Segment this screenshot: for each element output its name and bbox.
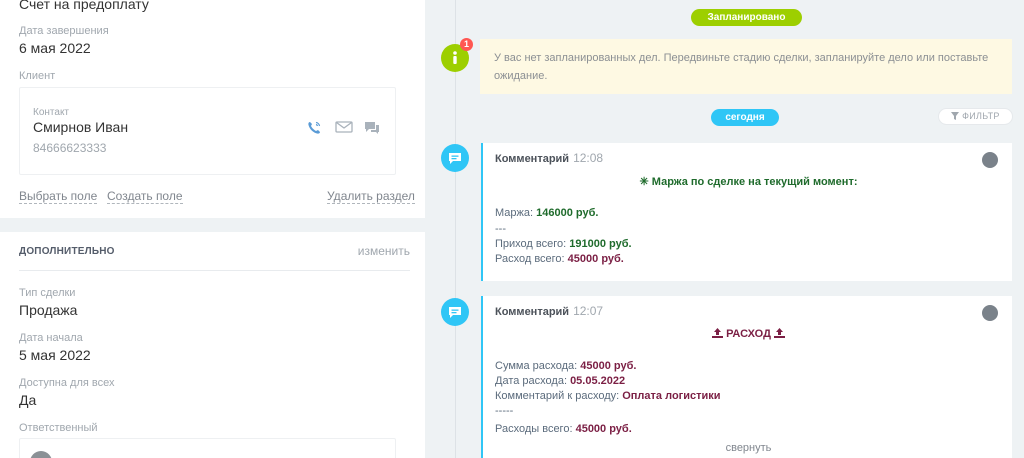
- start-date-label: Дата начала: [19, 332, 83, 344]
- additional-section-card: ДОПОЛНИТЕЛЬНО изменить Тип сделки Продаж…: [0, 232, 425, 458]
- filter-button[interactable]: ФИЛЬТР: [938, 108, 1013, 125]
- date-label: Дата расхода:: [495, 375, 567, 387]
- total-value: 45000 руб.: [575, 423, 632, 435]
- expense-heading: РАСХОД: [483, 328, 1014, 340]
- margin-value: 146000 руб.: [536, 207, 599, 219]
- comment-title: Комментарий: [495, 153, 570, 165]
- income-label: Приход всего:: [495, 238, 567, 250]
- comment-label: Комментарий к расходу:: [495, 390, 620, 402]
- separator: ---: [495, 223, 506, 235]
- comment-value: Оплата логистики: [622, 390, 721, 402]
- comment-title: Комментарий: [495, 306, 570, 318]
- select-field-link[interactable]: Выбрать поле: [19, 189, 98, 204]
- edit-section-link[interactable]: изменить: [358, 244, 410, 258]
- comment-card: Комментарий 12:08 ✳ Маржа по сделке на те…: [481, 143, 1012, 281]
- responsible-label: Ответственный: [19, 422, 98, 434]
- filter-icon: [951, 112, 960, 120]
- separator: -----: [495, 405, 514, 417]
- chat-icon[interactable]: [363, 120, 381, 141]
- upload-icon: [774, 328, 785, 338]
- contact-phone: 84666623333: [33, 141, 107, 155]
- expense-title: РАСХОД: [726, 328, 771, 340]
- expense-value: 45000 руб.: [567, 253, 624, 265]
- responsible-card[interactable]: [19, 438, 396, 458]
- email-icon[interactable]: [335, 120, 353, 139]
- margin-label: Маржа:: [495, 207, 534, 219]
- comment-card: Комментарий 12:07 РАСХОД Сумма расхода: 4…: [481, 296, 1012, 458]
- margin-heading: ✳ Маржа по сделке на текущий момент:: [639, 176, 858, 188]
- deal-type-label: Тип сделки: [19, 287, 76, 299]
- end-date-value: 6 мая 2022: [19, 40, 91, 56]
- user-avatar[interactable]: [982, 305, 998, 321]
- collapse-link[interactable]: свернуть: [483, 442, 1014, 454]
- notification-badge: 1: [460, 38, 473, 51]
- sum-value: 45000 руб.: [580, 360, 637, 372]
- comment-icon: [441, 298, 469, 326]
- deal-type-value: Продажа: [19, 302, 78, 318]
- planned-notice: У вас нет запланированных дел. Передвинь…: [480, 39, 1012, 94]
- start-date-value: 5 мая 2022: [19, 347, 91, 363]
- comment-icon: [441, 144, 469, 172]
- user-avatar[interactable]: [982, 152, 998, 168]
- total-label: Расходы всего:: [495, 423, 573, 435]
- comment-header: Комментарий 12:08: [495, 151, 603, 165]
- notice-text: У вас нет запланированных дел. Передвинь…: [494, 52, 989, 82]
- phone-call-icon[interactable]: [306, 120, 322, 141]
- main-section-card: Счет на предоплату Дата завершения 6 мая…: [0, 0, 425, 218]
- document-type-value: Счет на предоплату: [19, 0, 149, 12]
- filter-label: ФИЛЬТР: [962, 111, 1000, 121]
- available-value: Да: [19, 392, 37, 408]
- income-value: 191000 руб.: [569, 238, 632, 250]
- today-pill: сегодня: [711, 109, 779, 126]
- deal-details-panel: Счет на предоплату Дата завершения 6 мая…: [0, 0, 425, 458]
- planned-pill: Запланировано: [691, 9, 802, 26]
- upload-icon: [712, 328, 723, 338]
- comment-time: 12:08: [573, 151, 604, 165]
- create-field-link[interactable]: Создать поле: [107, 189, 183, 204]
- end-date-label: Дата завершения: [19, 25, 109, 37]
- comment-time: 12:07: [573, 304, 604, 318]
- contact-label: Контакт: [33, 107, 70, 118]
- contact-name[interactable]: Смирнов Иван: [33, 119, 128, 135]
- sum-label: Сумма расхода:: [495, 360, 578, 372]
- contact-card[interactable]: Контакт Смирнов Иван 84666623333: [19, 87, 396, 175]
- section-divider: [19, 270, 410, 271]
- avatar: [30, 451, 52, 458]
- comment-header: Комментарий 12:07: [495, 304, 603, 318]
- available-label: Доступна для всех: [19, 377, 115, 389]
- section-title: ДОПОЛНИТЕЛЬНО: [19, 246, 115, 257]
- expense-label: Расход всего:: [495, 253, 565, 265]
- date-value: 05.05.2022: [570, 375, 626, 387]
- delete-section-link[interactable]: Удалить раздел: [327, 189, 415, 204]
- client-label: Клиент: [19, 70, 56, 82]
